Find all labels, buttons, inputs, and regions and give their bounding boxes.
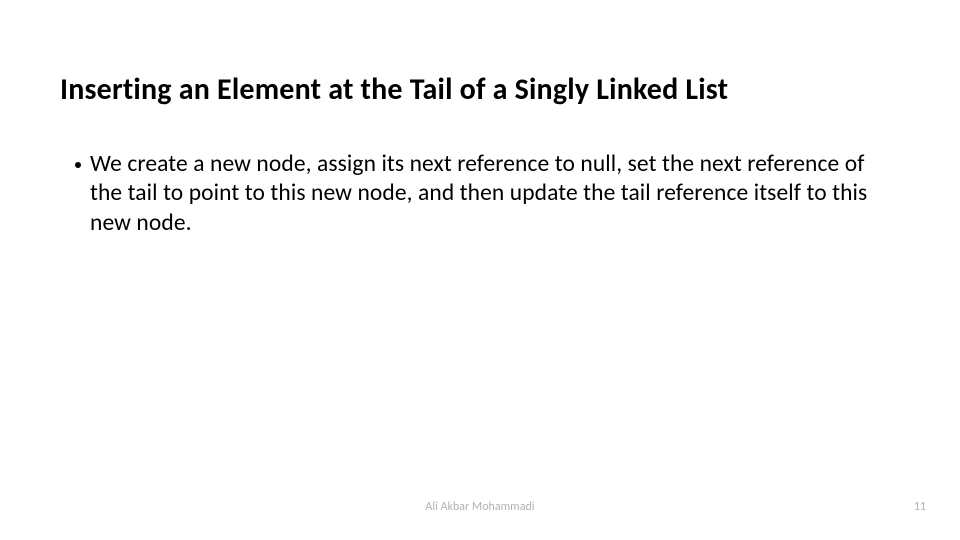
slide: Inserting an Element at the Tail of a Si…: [0, 0, 960, 540]
bullet-text: We create a new node, assign its next re…: [90, 150, 900, 238]
slide-body: We create a new node, assign its next re…: [75, 150, 900, 238]
slide-title: Inserting an Element at the Tail of a Si…: [60, 72, 900, 108]
footer-page-number: 11: [914, 500, 926, 514]
bullet-item: We create a new node, assign its next re…: [75, 150, 900, 238]
footer-author: Ali Akbar Mohammadi: [0, 500, 960, 514]
bullet-dot-icon: [75, 162, 81, 168]
